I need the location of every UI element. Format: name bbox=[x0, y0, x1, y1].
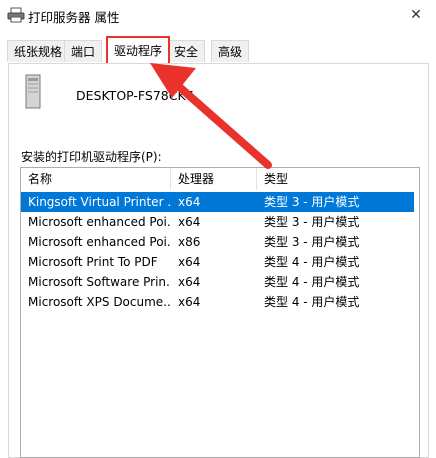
tab-strip: 纸张规格 端口 驱动程序 安全 高级 bbox=[0, 34, 436, 64]
list-item[interactable]: Microsoft Software Prin... x64 类型 4 - 用户… bbox=[21, 272, 414, 292]
tab-paper-sizes[interactable]: 纸张规格 bbox=[7, 40, 70, 62]
column-header-name[interactable]: 名称 bbox=[21, 168, 171, 190]
tab-advanced[interactable]: 高级 bbox=[211, 40, 250, 62]
tab-ports[interactable]: 端口 bbox=[64, 40, 103, 62]
list-item[interactable]: Kingsoft Virtual Printer ... x64 类型 3 - … bbox=[21, 192, 414, 212]
printer-icon bbox=[7, 7, 25, 23]
installed-drivers-label: 安装的打印机驱动程序(P): bbox=[21, 150, 162, 164]
server-name: DESKTOP-FS78CK7 bbox=[76, 88, 194, 103]
drivers-list[interactable]: 名称 处理器 类型 Kingsoft Virtual Printer ... x… bbox=[20, 167, 420, 458]
list-item[interactable]: Microsoft enhanced Poi... x86 类型 3 - 用户模… bbox=[21, 232, 414, 252]
list-item[interactable]: Microsoft XPS Docume... x64 类型 4 - 用户模式 bbox=[21, 292, 414, 312]
computer-tower-icon bbox=[25, 74, 41, 109]
window-title: 打印服务器 属性 bbox=[28, 10, 120, 25]
list-item[interactable]: Microsoft enhanced Poi... x64 类型 3 - 用户模… bbox=[21, 212, 414, 232]
list-item[interactable]: Microsoft Print To PDF x64 类型 4 - 用户模式 bbox=[21, 252, 414, 272]
title-bar: 打印服务器 属性 ✕ bbox=[0, 0, 436, 34]
close-icon: ✕ bbox=[410, 7, 422, 23]
column-header-processor[interactable]: 处理器 bbox=[171, 168, 257, 190]
tab-security[interactable]: 安全 bbox=[167, 40, 206, 62]
close-button[interactable]: ✕ bbox=[396, 0, 436, 30]
column-header-type[interactable]: 类型 bbox=[257, 168, 414, 190]
list-header: 名称 处理器 类型 bbox=[21, 168, 419, 190]
tab-drivers[interactable]: 驱动程序 bbox=[106, 36, 171, 63]
